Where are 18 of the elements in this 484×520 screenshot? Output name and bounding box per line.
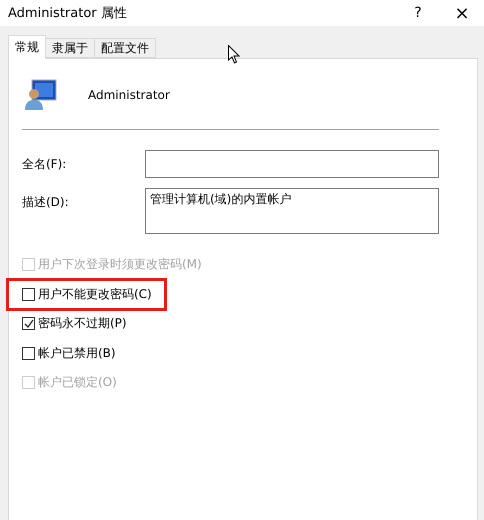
tab[interactable]: 配置文件 bbox=[94, 38, 156, 58]
checkbox-option[interactable]: 帐户已禁用(B) bbox=[22, 344, 116, 362]
user-name: Administrator bbox=[88, 88, 170, 102]
tab[interactable]: 隶属于 bbox=[45, 38, 95, 58]
checkbox[interactable] bbox=[22, 346, 35, 360]
window-title: Administrator 属性 bbox=[8, 5, 128, 22]
checkbox[interactable] bbox=[22, 317, 35, 330]
field-label: 全名(F): bbox=[22, 156, 68, 173]
help-button[interactable]: ? bbox=[396, 0, 440, 26]
close-button[interactable]: × bbox=[440, 0, 484, 26]
checkbox-option[interactable]: 用户不能更改密码(C) bbox=[22, 286, 152, 303]
user-computer-icon bbox=[24, 78, 58, 112]
field-label: 描述(D): bbox=[22, 194, 70, 211]
tab[interactable]: 常规 bbox=[8, 35, 46, 59]
full-name-field[interactable] bbox=[145, 150, 439, 178]
checkbox[interactable] bbox=[22, 288, 35, 301]
checkbox-option[interactable]: 密码永不过期(P) bbox=[22, 315, 127, 332]
description-field[interactable]: 管理计算机(域)的内置帐户 bbox=[145, 188, 439, 234]
